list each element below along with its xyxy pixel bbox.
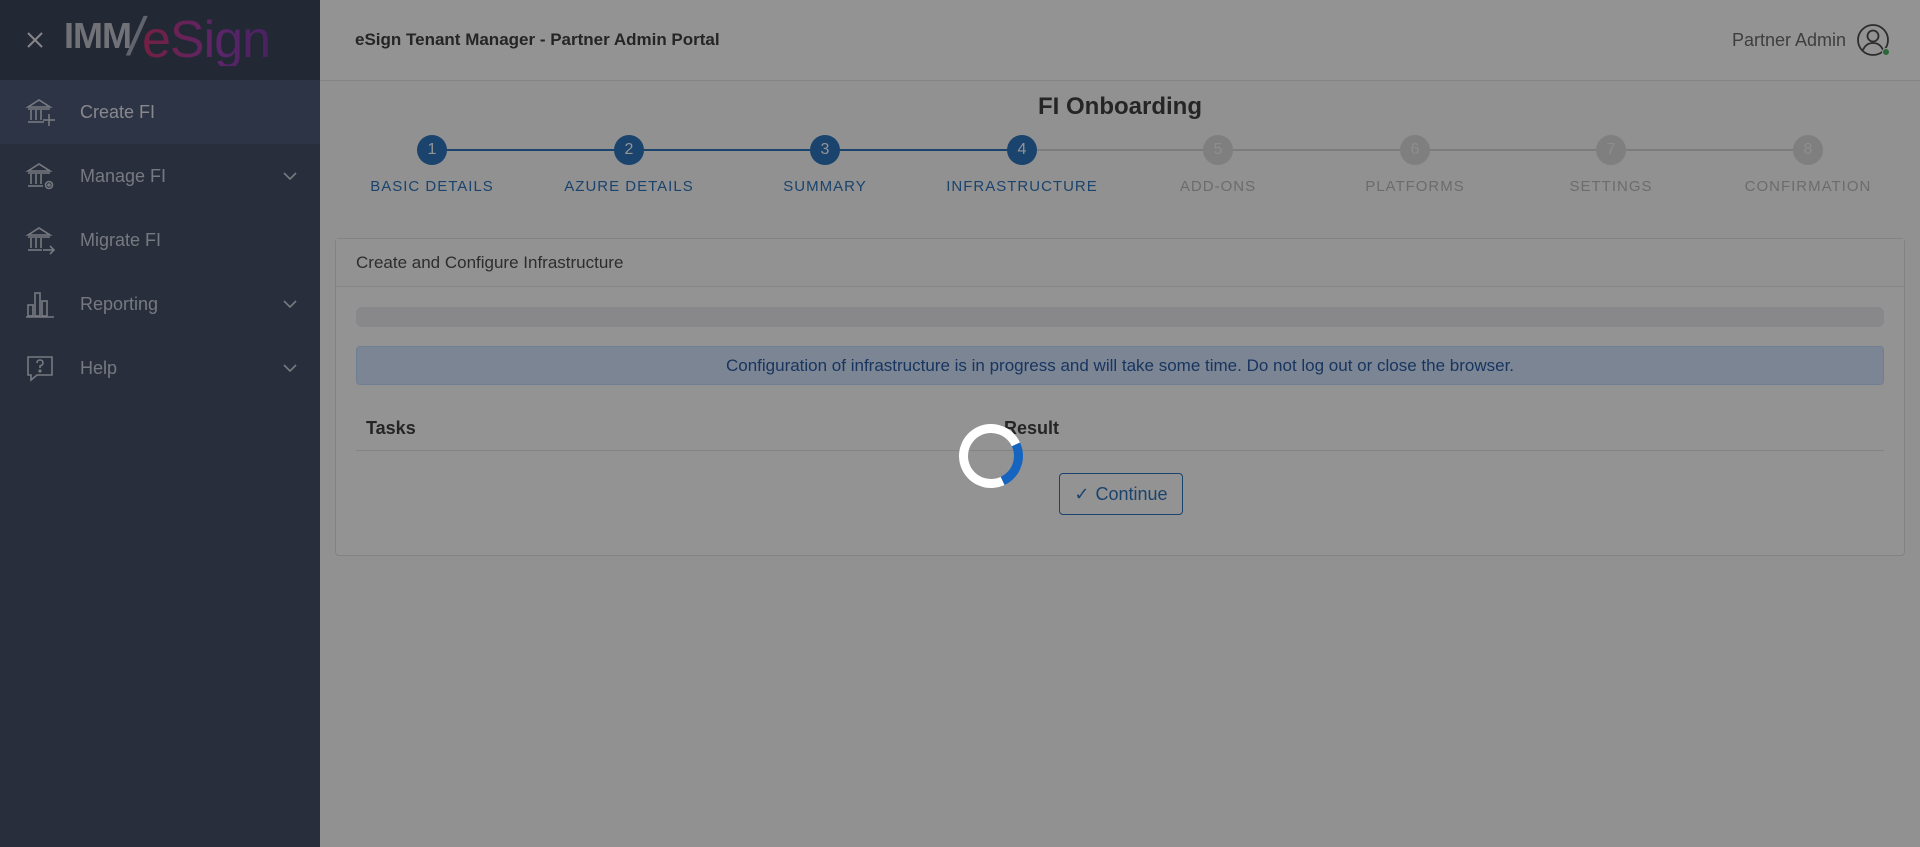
loading-overlay	[0, 0, 1920, 847]
loading-spinner-icon	[949, 414, 1033, 498]
